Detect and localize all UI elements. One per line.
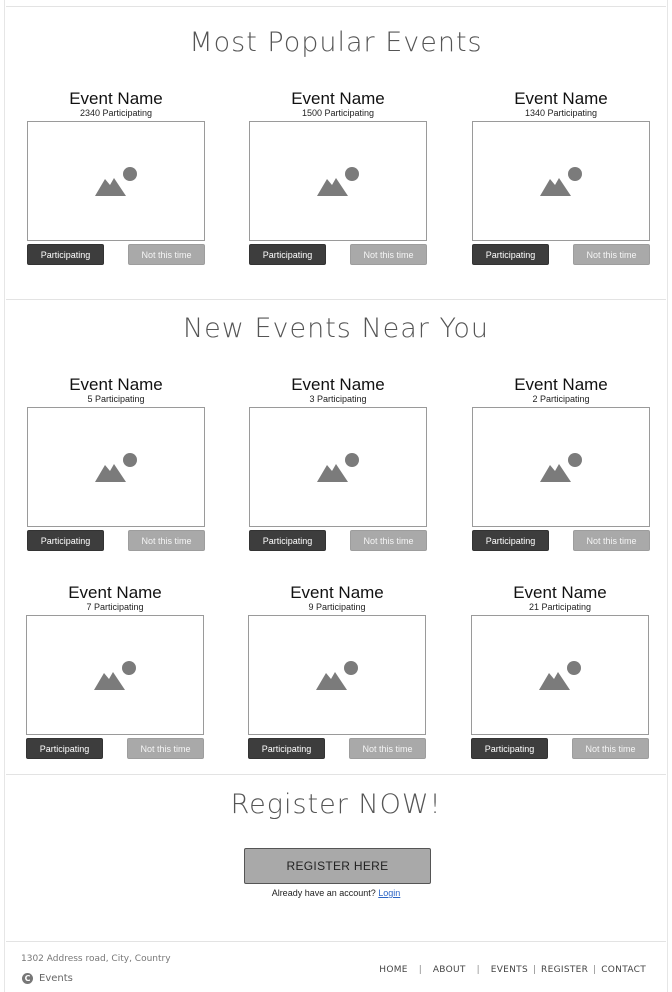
event-name: Event Name [291, 89, 385, 108]
participant-count: 1340 Participating [524, 108, 598, 118]
participating-button[interactable]: Participating [249, 244, 326, 265]
divider [6, 299, 666, 300]
participating-button[interactable]: Participating [472, 244, 549, 265]
participant-count: 3 Participating [309, 394, 367, 404]
event-card: Event Name 21 Participating Participatin… [471, 583, 649, 760]
copyright-icon: C [22, 973, 33, 984]
login-link[interactable]: Login [378, 888, 400, 898]
event-image-placeholder [472, 407, 650, 527]
participant-count: 21 Participating [528, 602, 592, 612]
event-card: Event Name 2340 Participating Participat… [27, 89, 205, 266]
not-this-time-button[interactable]: Not this time [350, 244, 427, 265]
not-this-time-button[interactable]: Not this time [573, 244, 650, 265]
popular-events-title: Most Popular Events [189, 27, 483, 58]
footer-link-home[interactable]: HOME [379, 965, 408, 975]
login-prompt: Already have an account? Login [0, 888, 672, 898]
image-placeholder-icon [317, 167, 359, 196]
footer-link-contact[interactable]: CONTACT [601, 965, 646, 975]
event-card: Event Name 2 Participating Participating… [472, 375, 650, 552]
footer-nav: HOME | ABOUT | EVENTS | REGISTER | CONTA… [379, 965, 646, 975]
not-this-time-button[interactable]: Not this time [350, 530, 427, 551]
participating-button[interactable]: Participating [249, 530, 326, 551]
divider [6, 941, 666, 942]
event-name: Event Name [69, 89, 163, 108]
divider [6, 6, 666, 7]
event-name: Event Name [290, 583, 384, 602]
not-this-time-button[interactable]: Not this time [128, 530, 205, 551]
event-name: Event Name [291, 375, 385, 394]
participating-button[interactable]: Participating [471, 738, 548, 759]
event-name: Event Name [514, 375, 608, 394]
image-placeholder-icon [95, 167, 137, 196]
event-image-placeholder [27, 121, 205, 241]
participant-count: 2340 Participating [79, 108, 153, 118]
participating-button[interactable]: Participating [26, 738, 103, 759]
event-card: Event Name 7 Participating Participating… [26, 583, 204, 760]
event-image-placeholder [249, 121, 427, 241]
event-name: Event Name [513, 583, 607, 602]
participating-button[interactable]: Participating [472, 530, 549, 551]
event-image-placeholder [472, 121, 650, 241]
event-image-placeholder [471, 615, 649, 735]
footer-link-register[interactable]: REGISTER [541, 965, 588, 975]
not-this-time-button[interactable]: Not this time [127, 738, 204, 759]
not-this-time-button[interactable]: Not this time [349, 738, 426, 759]
footer-address: 1302 Address road, City, Country [21, 954, 171, 964]
participant-count: 9 Participating [308, 602, 366, 612]
image-placeholder-icon [540, 453, 582, 482]
account-text: Already have an account? [271, 888, 376, 898]
participant-count: 7 Participating [86, 602, 144, 612]
participating-button[interactable]: Participating [27, 530, 104, 551]
event-image-placeholder [248, 615, 426, 735]
event-image-placeholder [26, 615, 204, 735]
event-card: Event Name 5 Participating Participating… [27, 375, 205, 552]
image-placeholder-icon [539, 661, 581, 690]
event-name: Event Name [514, 89, 608, 108]
footer-link-events[interactable]: EVENTS [491, 965, 528, 975]
page-border-right [667, 0, 668, 992]
register-title: Register NOW! [230, 789, 442, 820]
event-card: Event Name 9 Participating Participating… [248, 583, 426, 760]
register-here-button[interactable]: REGISTER HERE [244, 848, 431, 884]
event-card: Event Name 1340 Participating Participat… [472, 89, 650, 266]
image-placeholder-icon [316, 661, 358, 690]
footer-link-about[interactable]: ABOUT [433, 965, 466, 975]
image-placeholder-icon [540, 167, 582, 196]
image-placeholder-icon [94, 661, 136, 690]
participating-button[interactable]: Participating [248, 738, 325, 759]
event-image-placeholder [27, 407, 205, 527]
event-image-placeholder [249, 407, 427, 527]
participant-count: 5 Participating [87, 394, 145, 404]
participant-count: 1500 Participating [301, 108, 375, 118]
page-border-left [4, 0, 5, 992]
not-this-time-button[interactable]: Not this time [572, 738, 649, 759]
not-this-time-button[interactable]: Not this time [573, 530, 650, 551]
event-card: Event Name 3 Participating Participating… [249, 375, 427, 552]
divider [6, 774, 666, 775]
event-name: Event Name [68, 583, 162, 602]
event-name: Event Name [69, 375, 163, 394]
event-card: Event Name 1500 Participating Participat… [249, 89, 427, 266]
participating-button[interactable]: Participating [27, 244, 104, 265]
image-placeholder-icon [95, 453, 137, 482]
near-events-title: New Events Near You [182, 313, 490, 344]
brand-name: Events [39, 973, 73, 984]
image-placeholder-icon [317, 453, 359, 482]
footer-brand: C Events [22, 973, 73, 984]
participant-count: 2 Participating [532, 394, 590, 404]
not-this-time-button[interactable]: Not this time [128, 244, 205, 265]
